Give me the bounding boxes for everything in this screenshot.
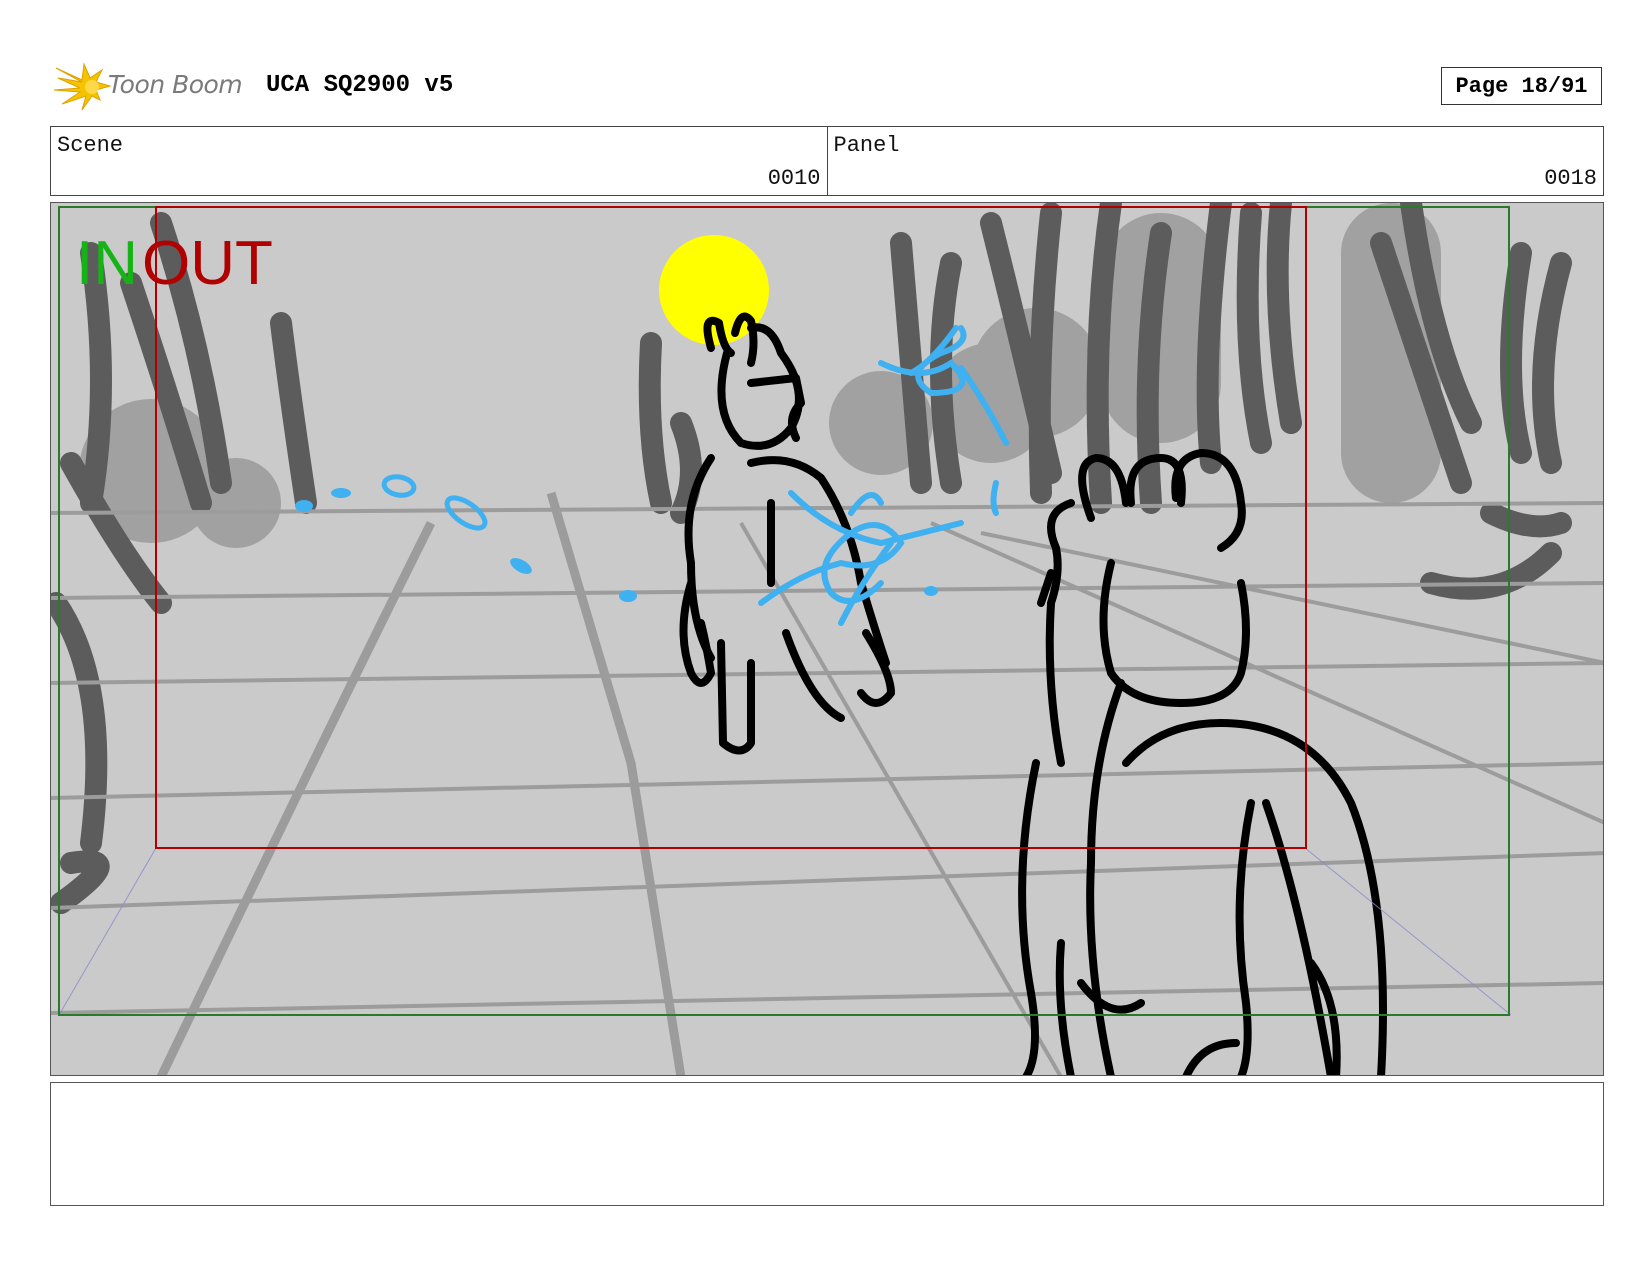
panel-label: Panel [833,133,900,158]
scene-panel-info: Scene 0010 Panel 0018 [50,126,1604,196]
panel-cell: Panel 0018 [826,127,1604,195]
scene-cell: Scene 0010 [51,127,827,195]
page-indicator: Page 18/91 [1441,67,1602,105]
scene-number: 0010 [767,166,821,191]
in-out-labels: INOUT [76,233,273,295]
star-burst-icon [53,62,112,111]
panel-number: 0018 [1544,166,1597,191]
document-title: UCA SQ2900 v5 [266,72,454,99]
panel-notes-box [50,1082,1604,1206]
logo-text: Toon Boom [108,70,243,99]
out-label: OUT [142,229,273,298]
in-label: IN [76,229,138,298]
scene-label: Scene [57,133,124,158]
storyboard-panel: INOUT [50,202,1604,1076]
toon-boom-logo: Toon Boom [52,60,252,112]
panel-drawing [51,203,1603,1075]
